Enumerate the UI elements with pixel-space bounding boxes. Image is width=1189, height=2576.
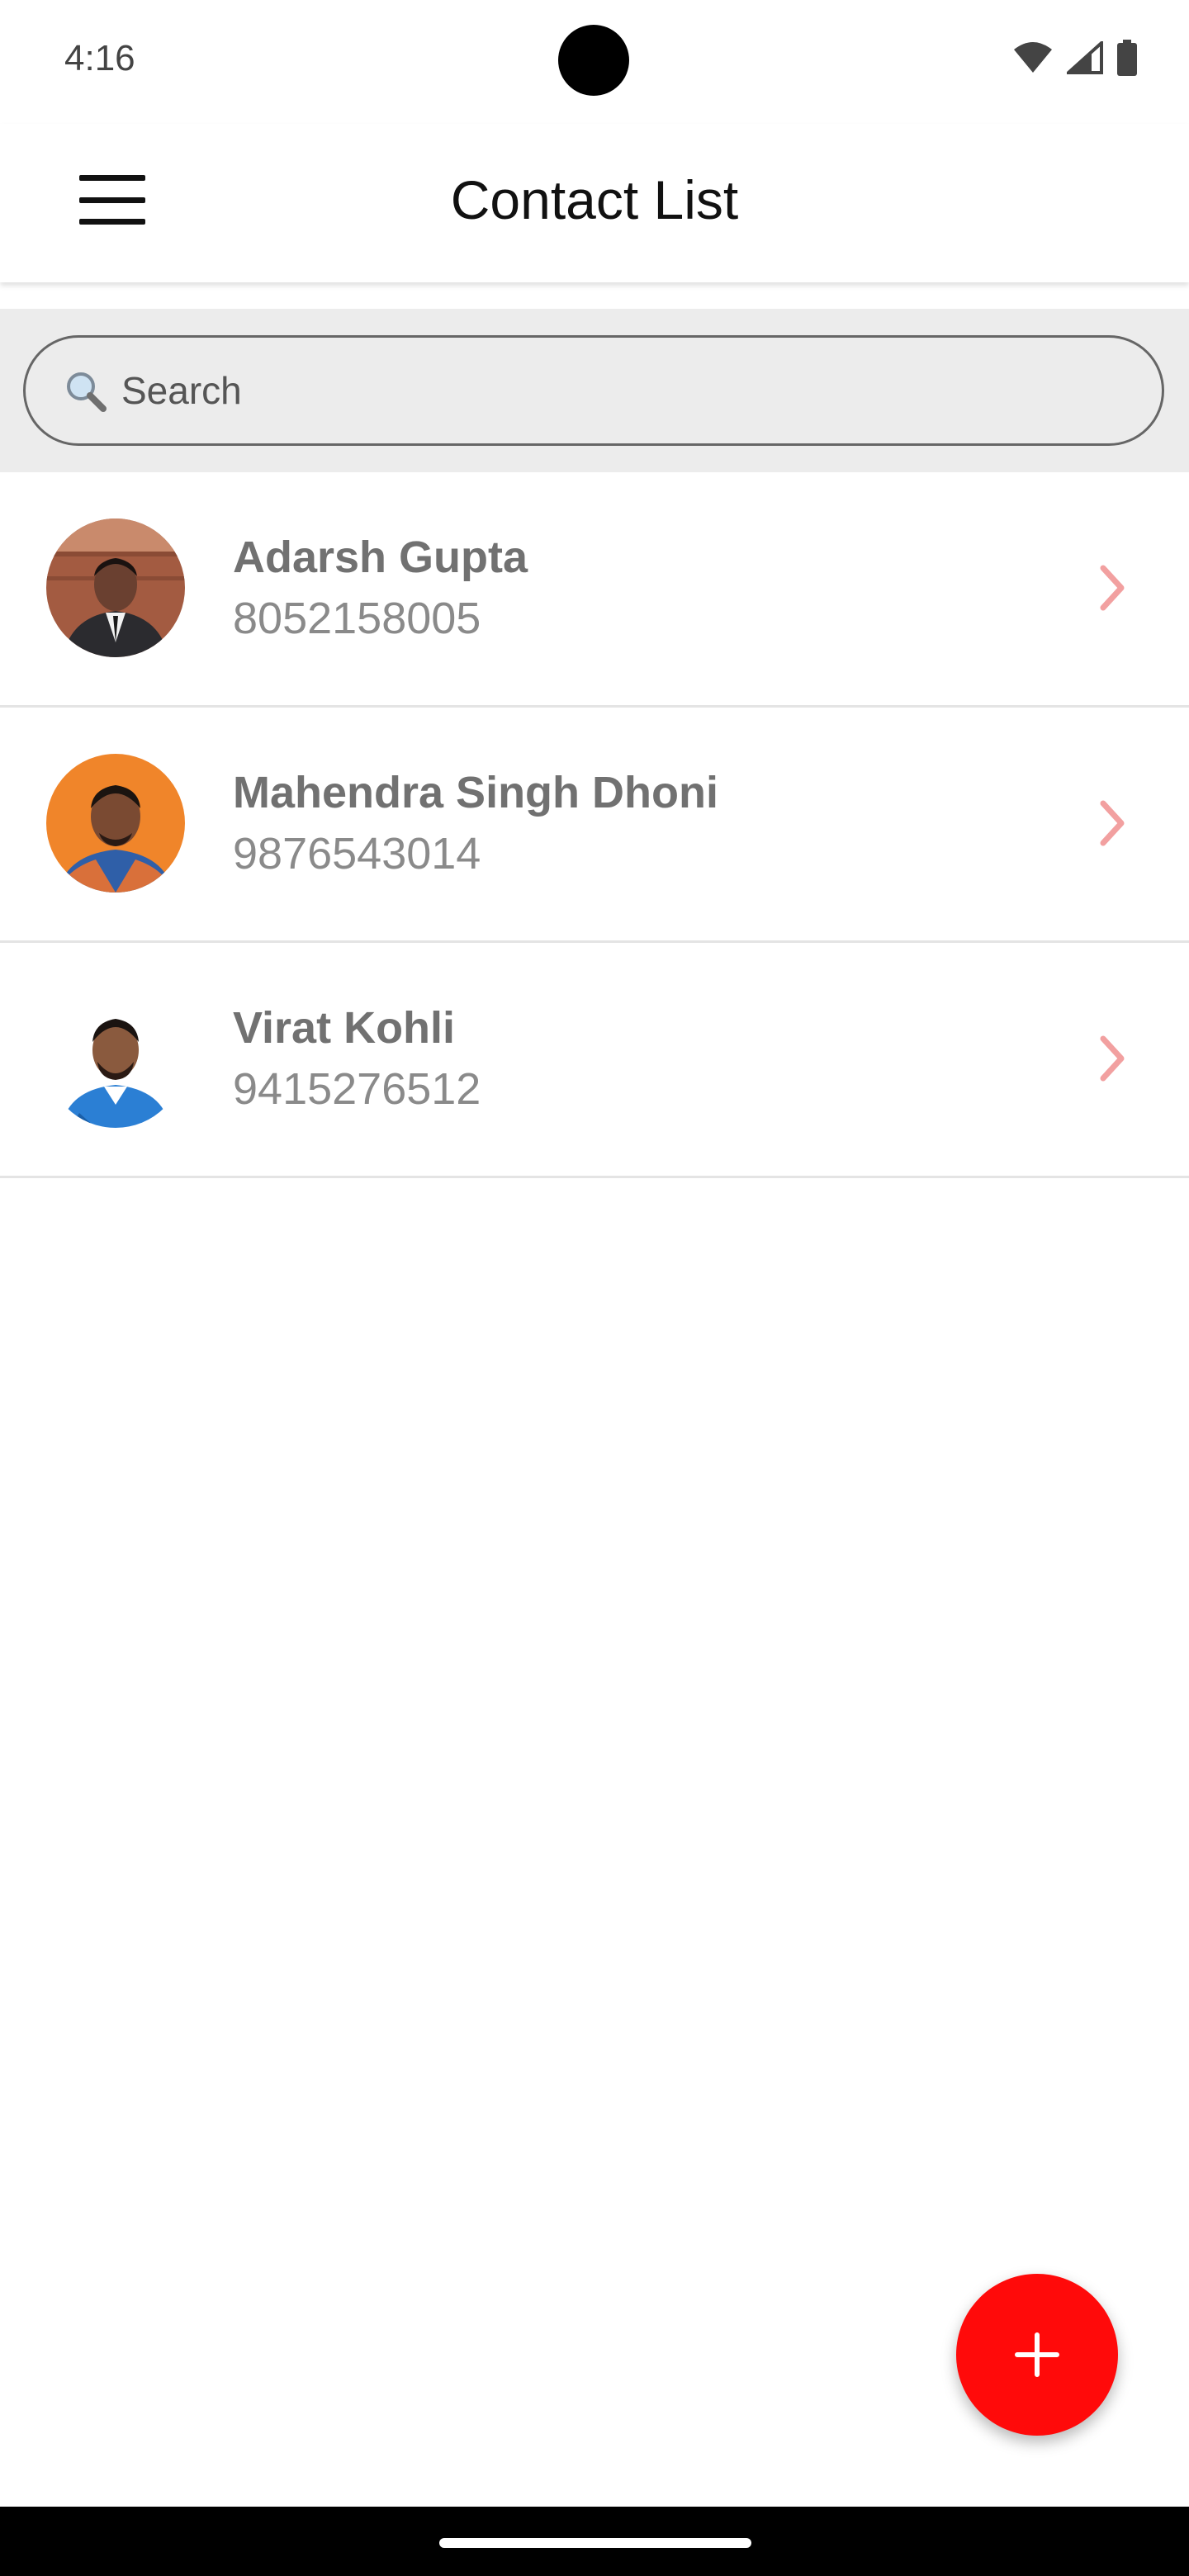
search-icon [62,367,108,414]
app-bar: Contact List [0,124,1189,282]
avatar [46,519,185,657]
contact-phone: 9876543014 [233,829,481,878]
chevron-right-icon [1100,800,1125,846]
status-time: 4:16 [64,38,135,78]
contact-name: Mahendra Singh Dhoni [233,768,718,817]
contact-phone: 8052158005 [233,594,481,643]
contact-list: Adarsh Gupta 8052158005 Mahendra Singh D… [0,472,1189,1178]
search-section [0,309,1189,472]
home-gesture-handle[interactable] [439,2538,751,2548]
avatar [46,754,185,893]
search-field[interactable] [23,335,1164,446]
contact-row-mahendra-singh-dhoni[interactable]: Mahendra Singh Dhoni 9876543014 [0,708,1189,943]
camera-cutout [558,25,629,96]
status-icons [1012,39,1138,80]
contact-name: Adarsh Gupta [233,533,528,582]
contact-phone: 9415276512 [233,1064,481,1114]
system-navigation-bar [0,2507,1189,2576]
plus-icon [1015,2332,1059,2377]
search-input[interactable] [120,367,1114,414]
battery-icon [1116,39,1138,80]
status-bar: 4:16 [0,0,1189,124]
page-title: Contact List [450,169,739,230]
chevron-right-icon [1100,565,1125,611]
avatar [46,989,185,1128]
contact-row-virat-kohli[interactable]: Virat Kohli 9415276512 [0,943,1189,1178]
signal-icon [1063,39,1103,78]
chevron-right-icon [1100,1035,1125,1082]
add-contact-button[interactable] [956,2274,1118,2436]
contact-row-adarsh-gupta[interactable]: Adarsh Gupta 8052158005 [0,472,1189,708]
contact-name: Virat Kohli [233,1003,456,1053]
wifi-icon [1012,41,1054,78]
